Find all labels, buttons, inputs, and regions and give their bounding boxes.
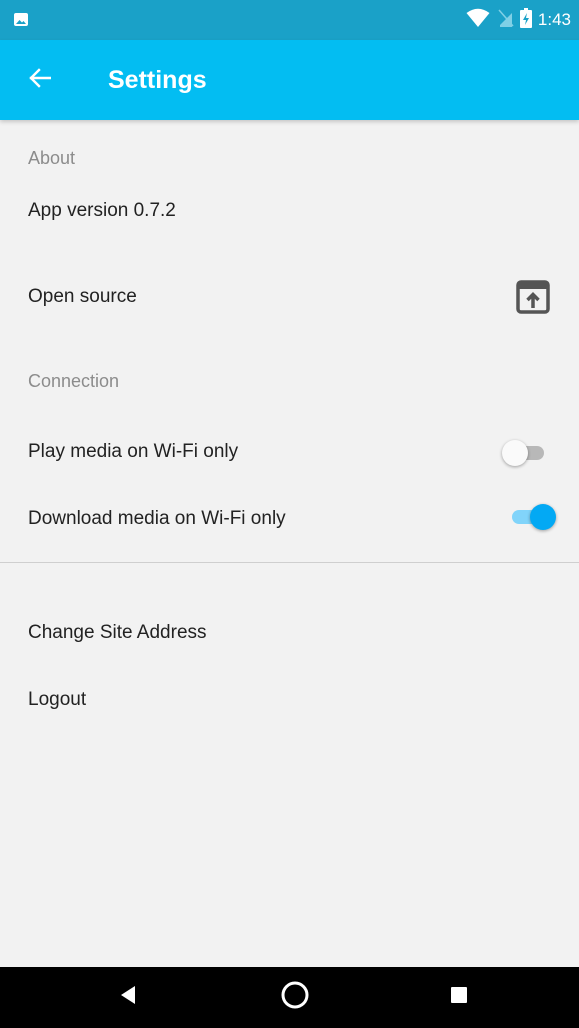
open-source-row[interactable]: Open source xyxy=(0,268,579,328)
system-nav-bar xyxy=(0,967,579,1028)
section-header-about: About xyxy=(28,148,76,168)
toggle-thumb xyxy=(530,504,556,530)
back-button[interactable] xyxy=(20,60,60,100)
wifi-icon xyxy=(466,8,490,33)
battery-icon xyxy=(519,7,532,33)
nav-recents-button[interactable] xyxy=(439,977,479,1017)
status-time: 1:43 xyxy=(537,10,571,29)
settings-screen: 1:43 Settings About App version 0.7.2 Op… xyxy=(0,0,579,1028)
status-bar: 1:43 xyxy=(0,0,579,40)
app-version-label: App version 0.7.2 xyxy=(28,200,176,221)
no-sim-icon xyxy=(498,9,514,32)
change-site-address-row[interactable]: Change Site Address xyxy=(0,606,579,662)
nav-home-button[interactable] xyxy=(275,977,315,1017)
section-header-connection: Connection xyxy=(28,371,120,391)
download-wifi-toggle[interactable] xyxy=(510,502,558,532)
arrow-left-icon xyxy=(29,67,52,93)
logout-label: Logout xyxy=(28,689,87,710)
change-site-address-label: Change Site Address xyxy=(28,622,207,643)
recents-square-icon xyxy=(450,986,468,1009)
app-version-row[interactable]: App version 0.7.2 xyxy=(0,186,579,240)
section-divider xyxy=(0,562,579,563)
page-title: Settings xyxy=(108,66,207,94)
open-in-browser-icon[interactable] xyxy=(516,280,550,314)
app-bar: Settings xyxy=(0,40,579,120)
logout-row[interactable]: Logout xyxy=(0,674,579,730)
back-triangle-icon xyxy=(119,985,137,1010)
home-circle-icon xyxy=(280,980,310,1015)
status-icons: 1:43 xyxy=(466,7,571,33)
play-wifi-label: Play media on Wi-Fi only xyxy=(28,441,239,462)
play-wifi-toggle[interactable] xyxy=(502,438,550,468)
download-wifi-label: Download media on Wi-Fi only xyxy=(28,508,286,529)
download-wifi-row[interactable]: Download media on Wi-Fi only xyxy=(0,492,579,548)
open-source-label: Open source xyxy=(28,286,137,307)
toggle-thumb xyxy=(502,440,528,466)
gallery-icon xyxy=(14,13,28,26)
nav-back-button[interactable] xyxy=(108,977,148,1017)
play-wifi-row[interactable]: Play media on Wi-Fi only xyxy=(0,424,579,480)
